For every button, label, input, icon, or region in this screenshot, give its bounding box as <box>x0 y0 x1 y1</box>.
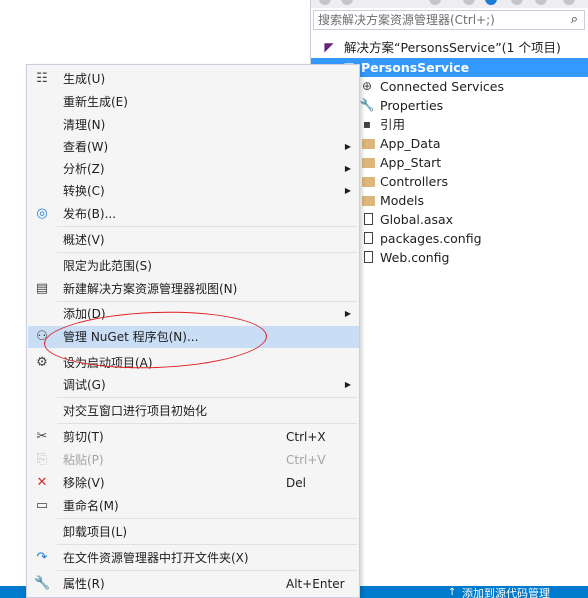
pending-changes-icon[interactable] <box>463 0 475 5</box>
solution-explorer-toolbar <box>311 0 588 8</box>
menu-separator <box>57 226 357 227</box>
menu-item-new-explorer-view[interactable]: ▤ 新建解决方案资源管理器视图(N) <box>28 278 359 300</box>
menu-separator <box>57 544 357 545</box>
menu-item-scope-to-this[interactable]: 限定为此范围(S) <box>28 255 359 277</box>
submenu-arrow-icon: ▶ <box>344 186 351 195</box>
menu-item-rebuild[interactable]: 重新生成(E) <box>28 91 359 113</box>
menu-item-convert[interactable]: 转换(C) ▶ <box>28 180 359 202</box>
gear-icon: ⚙ <box>36 355 48 370</box>
menu-item-debug[interactable]: 调试(G) ▶ <box>28 374 359 396</box>
menu-separator <box>57 301 357 302</box>
tree-item-solution[interactable]: ◤ 解决方案“PersonsService”(1 个项目) <box>311 38 588 57</box>
menu-item-cut[interactable]: ✂ 剪切(T) Ctrl+X <box>28 426 359 448</box>
menu-item-add[interactable]: 添加(D) ▶ <box>28 303 359 325</box>
show-all-files-icon[interactable] <box>535 0 547 5</box>
forward-icon[interactable] <box>341 0 353 5</box>
solution-icon: ◤ <box>324 40 334 54</box>
file-icon <box>364 213 373 225</box>
scissors-icon: ✂ <box>36 429 48 444</box>
globe-icon: ◎ <box>36 206 48 221</box>
file-icon <box>364 232 373 244</box>
submenu-arrow-icon: ▶ <box>344 164 351 173</box>
menu-item-set-startup[interactable]: ⚙ 设为启动项目(A) <box>28 352 359 374</box>
search-icon[interactable]: ⌕ <box>571 12 578 27</box>
menu-item-properties[interactable]: 🔧 属性(R) Alt+Enter <box>28 573 359 595</box>
nuget-icon: ⚇ <box>36 329 48 344</box>
menu-item-analyze[interactable]: 分析(Z) ▶ <box>28 158 359 180</box>
wrench-icon: 🔧 <box>34 576 51 591</box>
file-icon <box>364 251 373 263</box>
menu-item-view[interactable]: 查看(W) ▶ <box>28 136 359 158</box>
submenu-arrow-icon: ▶ <box>344 380 351 389</box>
folder-icon <box>362 139 375 149</box>
menu-item-rename[interactable]: ▭ 重命名(M) <box>28 495 359 517</box>
add-to-source-control[interactable]: 添加到源代码管理 <box>462 588 550 598</box>
menu-item-build[interactable]: ☷ 生成(U) <box>28 68 359 90</box>
menu-separator <box>57 397 357 398</box>
build-icon: ☷ <box>36 71 48 86</box>
menu-item-publish[interactable]: ◎ 发布(B)... <box>28 203 359 225</box>
menu-item-init-interactive[interactable]: 对交互窗口进行项目初始化 <box>28 400 359 422</box>
properties-icon[interactable] <box>563 0 575 5</box>
wrench-icon: 🔧 <box>359 98 375 112</box>
submenu-arrow-icon: ▶ <box>344 142 351 151</box>
open-folder-icon: ↷ <box>36 550 48 565</box>
rename-icon: ▭ <box>35 498 49 513</box>
menu-item-paste[interactable]: ⎘ 粘贴(P) Ctrl+V <box>28 449 359 471</box>
search-input[interactable] <box>314 11 558 29</box>
menu-item-open-in-explorer[interactable]: ↷ 在文件资源管理器中打开文件夹(X) <box>28 547 359 569</box>
connected-services-icon: ⊕ <box>361 79 373 93</box>
menu-item-clean[interactable]: 清理(N) <box>28 114 359 136</box>
menu-item-overview[interactable]: 概述(V) <box>28 229 359 251</box>
back-icon[interactable] <box>319 0 331 5</box>
arrow-up-icon: ↑ <box>448 587 457 598</box>
paste-icon: ⎘ <box>36 452 48 467</box>
folder-icon <box>362 158 375 168</box>
submenu-arrow-icon: ▶ <box>344 309 351 318</box>
menu-separator <box>57 518 357 519</box>
menu-item-unload-project[interactable]: 卸载项目(L) <box>28 521 359 543</box>
folder-icon <box>362 196 375 206</box>
references-icon: ▪ <box>362 117 372 131</box>
menu-item-manage-nuget[interactable]: ⚇ 管理 NuGet 程序包(N)... <box>28 326 359 348</box>
new-view-icon: ▤ <box>35 281 49 296</box>
folder-icon <box>362 177 375 187</box>
menu-separator <box>57 423 357 424</box>
solution-explorer-search: ⌕ <box>313 10 585 30</box>
refresh-icon[interactable] <box>485 0 497 5</box>
sync-icon[interactable] <box>429 0 441 5</box>
collapse-all-icon[interactable] <box>511 0 523 5</box>
remove-icon: ✕ <box>36 475 48 490</box>
menu-separator <box>57 252 357 253</box>
project-context-menu: ☷ 生成(U) 重新生成(E) 清理(N) 查看(W) ▶ 分析(Z) ▶ 转换… <box>26 64 360 598</box>
menu-separator <box>57 570 357 571</box>
menu-item-remove[interactable]: ✕ 移除(V) Del <box>28 472 359 494</box>
